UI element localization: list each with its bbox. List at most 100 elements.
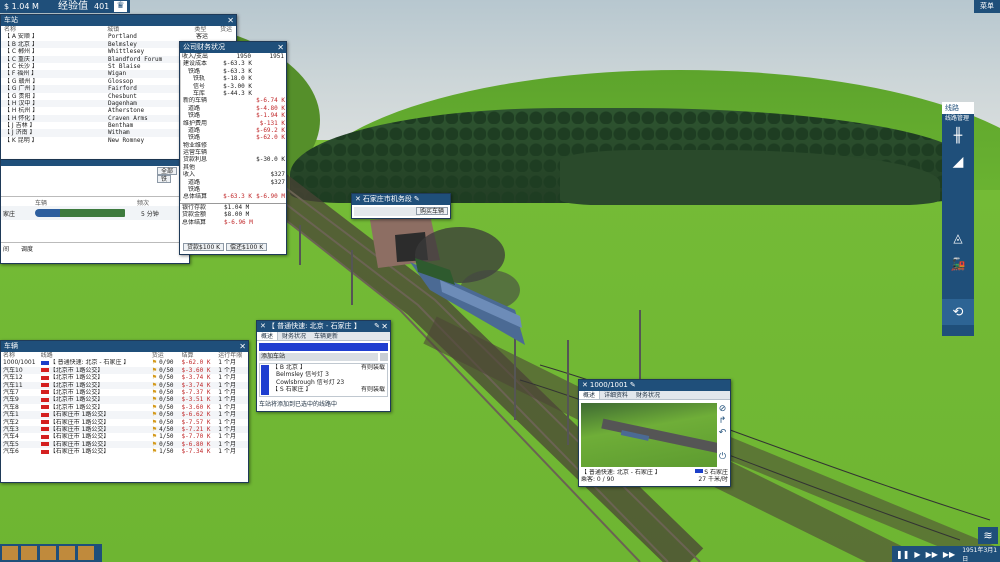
tab-finance[interactable]: 财务状况 [278, 332, 310, 340]
stop-mode: 有则装载 [360, 386, 385, 394]
vehicle-titlebar[interactable]: ✕ 1000/1001 ✎ [579, 380, 730, 391]
trophy-icon[interactable]: ♛ [114, 1, 127, 12]
vehicle-line: 【石家庄市 1路公交】 [49, 411, 110, 419]
line-stop[interactable]: Cowlsbrough 信号灯 23 [272, 379, 385, 386]
money-icon[interactable] [2, 546, 18, 560]
edit-icon[interactable]: ✎ [414, 195, 420, 203]
finance-label: 铁路 [188, 112, 201, 120]
vehicle-line: 【石家庄市 1路公交】 [49, 433, 110, 441]
stations-titlebar[interactable]: 车站 ✕ [1, 15, 236, 26]
station-name: 【 K 昆明 】 [4, 136, 38, 144]
route-panel-subtitle: 线路管理 [942, 114, 974, 123]
close-icon-right[interactable]: ✕ [381, 321, 388, 332]
vehicle-cargo: 0/50 [159, 388, 174, 396]
vehicle-line: 【北京市 1路公交】 [49, 403, 104, 411]
close-icon[interactable]: ✕ [260, 322, 266, 330]
tab-overview[interactable]: 概述 [579, 391, 601, 399]
vehicle-row[interactable]: 汽车2 【石家庄市 1路公交】 ⚑ 0/50 $-7.57 K 1 个月 [1, 419, 248, 426]
close-icon[interactable]: ✕ [277, 42, 284, 53]
follow-icon[interactable]: ⊘ [717, 403, 728, 415]
vehicle-row[interactable]: 汽车9 【北京市 1路公交】 ⚑ 0/50 $-3.51 K 1 个月 [1, 396, 248, 404]
vehicle-camera-view[interactable] [581, 403, 717, 467]
cargo-icon: ⚑ [151, 411, 158, 419]
vehicle-row[interactable]: 汽车12 【北京市 1路公交】 ⚑ 0/50 $-3.74 K 1 个月 [1, 374, 248, 381]
rail-track-icon[interactable]: ╫ [942, 123, 974, 149]
filter-all-button[interactable]: 全部 [157, 167, 178, 175]
edit-icon[interactable]: ✎ [374, 321, 380, 332]
play-icon[interactable]: ▶ [914, 550, 920, 559]
close-icon[interactable]: ✕ [355, 195, 361, 203]
edit-icon[interactable]: ✎ [630, 381, 636, 389]
vehicle-age: 1 个月 [218, 381, 236, 389]
vehicle-result: $-7.57 K [181, 418, 211, 426]
vehicles-list-icon[interactable] [21, 546, 37, 560]
bulldoze-icon[interactable]: ⟲ [942, 299, 974, 325]
power-icon[interactable]: ⏻ [717, 451, 728, 463]
line-stop[interactable]: Belmsley 信号灯 3 [272, 371, 385, 378]
tab-details[interactable]: 详细资料 [600, 391, 632, 399]
tab-overview[interactable]: 概述 [257, 332, 279, 340]
vehicle-row[interactable]: 1000/1001 【 普通快速: 北京 - 石家庄 】 ⚑ 0/90 $-62.0 … [1, 359, 248, 366]
depot-popup-titlebar[interactable]: ✕ 石家庄市机务段 ✎ [352, 194, 450, 205]
line-titlebar[interactable]: ✕ 【 普通快速: 北京 - 石家庄 】 ✎ ✕ [257, 321, 390, 332]
finance-value-1950: $-3.00 K [223, 82, 252, 90]
fast-forward-icon[interactable]: ▶▶ [926, 550, 938, 559]
add-station-button[interactable]: 添加车站 [259, 353, 378, 361]
vehicles-titlebar[interactable]: 车辆 ✕ [1, 341, 248, 352]
depot-frequency: 5 分钟 [141, 211, 159, 218]
vehicle-row[interactable]: 汽车8 【北京市 1路公交】 ⚑ 0/50 $-3.60 K 1 个月 [1, 404, 248, 411]
vehicle-result: $-7.70 K [181, 433, 211, 441]
depot-vehicle-row[interactable]: 家庄 5 分钟 [1, 206, 191, 220]
depot-titlebar[interactable] [1, 160, 189, 166]
cargo-icon: ⚑ [151, 359, 158, 367]
finance-row: 道路 $-4.80 K [181, 105, 286, 112]
road-icon[interactable]: ◢ [942, 149, 974, 175]
finance-row: 铁路 [181, 186, 286, 193]
vehicle-row[interactable]: 汽车6 【石家庄市 1路公交】 ⚑ 1/50 $-7.34 K 1 个月 [1, 448, 248, 455]
buy-vehicle-button[interactable]: 购买车辆 [415, 207, 448, 215]
filter-rail-button[interactable]: 铁 [157, 175, 172, 183]
menu-button[interactable]: 菜单 [974, 0, 1000, 13]
layers-icon[interactable]: ≋ [978, 527, 998, 544]
finance-label: 贷款利息 [183, 156, 208, 164]
repay-loan-button[interactable]: 偿还$100 K [226, 243, 268, 251]
line-color-bar[interactable] [259, 343, 388, 351]
station-row[interactable]: 【 A 安顺 】 Portland 客运 [1, 33, 236, 40]
vehicle-row[interactable]: 汽车7 【北京市 1路公交】 ⚑ 0/50 $-7.37 K 1 个月 [1, 389, 248, 396]
vehicle-row[interactable]: 汽车11 【北京市 1路公交】 ⚑ 0/50 $-3.74 K 1 个月 [1, 381, 248, 389]
line-stop[interactable]: 【 B 北京 】 有则装载 [272, 364, 385, 371]
finance-value-1950: $-18.0 K [223, 75, 252, 83]
train-icon[interactable]: 🚂 [942, 251, 974, 277]
station-name: 【 G 广州 】 [4, 85, 39, 93]
town-icon[interactable] [59, 546, 75, 560]
vehicle-row[interactable]: 汽车3 【石家庄市 1路公交】 ⚑ 4/50 $-7.21 K 1 个月 [1, 425, 248, 434]
terrain-icon[interactable]: ◬ [942, 225, 974, 251]
pause-icon[interactable]: ❚❚ [896, 550, 909, 559]
loan-row: 贷款金额 $8.00 M [180, 211, 286, 218]
vehicle-window: ✕ 1000/1001 ✎ 概述 详细资料 财务状况 ⊘ ↱ ↶ ⏻ 【 普通快速:… [578, 379, 731, 487]
line-stop[interactable]: 【 S 石家庄 】 有则装载 [272, 386, 385, 393]
reverse-icon[interactable]: ↶ [717, 427, 728, 439]
tab-renewal[interactable]: 车辆更新 [310, 332, 342, 340]
vehicle-line: 【北京市 1路公交】 [49, 374, 104, 382]
vehicle-row[interactable]: 汽车1 【石家庄市 1路公交】 ⚑ 0/50 $-6.62 K 1 个月 [1, 411, 248, 419]
settings-icon[interactable] [380, 353, 388, 361]
depot-schedule-button[interactable]: 调度 [21, 244, 33, 253]
vehicle-row[interactable]: 汽车5 【石家庄市 1路公交】 ⚑ 0/50 $-6.80 K 1 个月 [1, 440, 248, 449]
industry-icon[interactable] [78, 546, 94, 560]
finance-titlebar[interactable]: 公司财务状况 ✕ [180, 42, 286, 53]
close-icon[interactable]: ✕ [582, 381, 588, 389]
close-icon[interactable]: ✕ [227, 15, 234, 26]
close-icon[interactable]: ✕ [239, 341, 246, 352]
vehicle-line: 【北京市 1路公交】 [49, 388, 104, 396]
fastest-icon[interactable]: ▶▶ [943, 550, 955, 559]
vehicle-row[interactable]: 汽车10 【北京市 1路公交】 ⚑ 0/50 $-3.60 K 1 个月 [1, 366, 248, 375]
reroute-icon[interactable]: ↱ [717, 415, 728, 427]
tab-finance[interactable]: 财务状况 [632, 391, 664, 399]
finance-row: 贷款利息 $-30.0 K [181, 156, 286, 163]
stations-list-icon[interactable] [40, 546, 56, 560]
vehicle-row[interactable]: 汽车4 【石家庄市 1路公交】 ⚑ 1/50 $-7.70 K 1 个月 [1, 433, 248, 440]
take-loan-button[interactable]: 贷款$100 K [183, 243, 225, 251]
vehicle-age: 1 个月 [218, 425, 236, 433]
header-name: 名称 [4, 26, 17, 33]
